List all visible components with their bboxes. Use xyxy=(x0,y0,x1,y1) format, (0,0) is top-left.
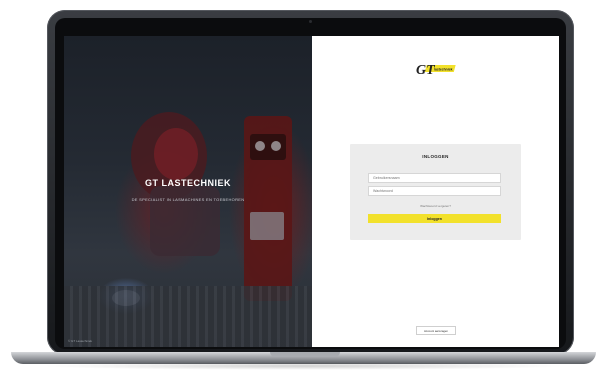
forgot-password-link[interactable]: Wachtwoord vergeten? xyxy=(350,204,521,208)
screen: GT LASTECHNIEK DE SPECIALIST IN LASMACHI… xyxy=(64,36,559,347)
hero-subtitle: DE SPECIALIST IN LASMACHINES EN TOEBEHOR… xyxy=(131,197,245,202)
login-button[interactable]: Inloggen xyxy=(368,214,501,223)
password-field[interactable] xyxy=(368,186,501,196)
request-account-button[interactable]: Account aanvragen xyxy=(416,326,456,335)
svg-text:lastechniek: lastechniek xyxy=(434,68,453,72)
workbench-grate xyxy=(64,286,312,347)
hero-title: GT LASTECHNIEK xyxy=(144,178,231,188)
login-card: INLOGGEN Wachtwoord vergeten? Inloggen xyxy=(350,144,521,240)
username-field[interactable] xyxy=(368,173,501,183)
laptop-shadow xyxy=(40,362,567,370)
laptop-notch xyxy=(270,352,340,357)
gt-logo-icon: GT lastechniek xyxy=(416,63,456,78)
hero-panel: GT LASTECHNIEK DE SPECIALIST IN LASMACHI… xyxy=(64,36,312,347)
webcam-icon xyxy=(309,20,312,23)
laptop-device: GT LASTECHNIEK DE SPECIALIST IN LASMACHI… xyxy=(0,0,607,382)
login-title: INLOGGEN xyxy=(422,154,449,159)
login-panel: GT lastechniek INLOGGEN Wachtwoord verge… xyxy=(312,36,559,347)
hero-footnote: © GT Lastechniek xyxy=(68,339,92,343)
brand-logo: GT lastechniek xyxy=(414,60,458,78)
